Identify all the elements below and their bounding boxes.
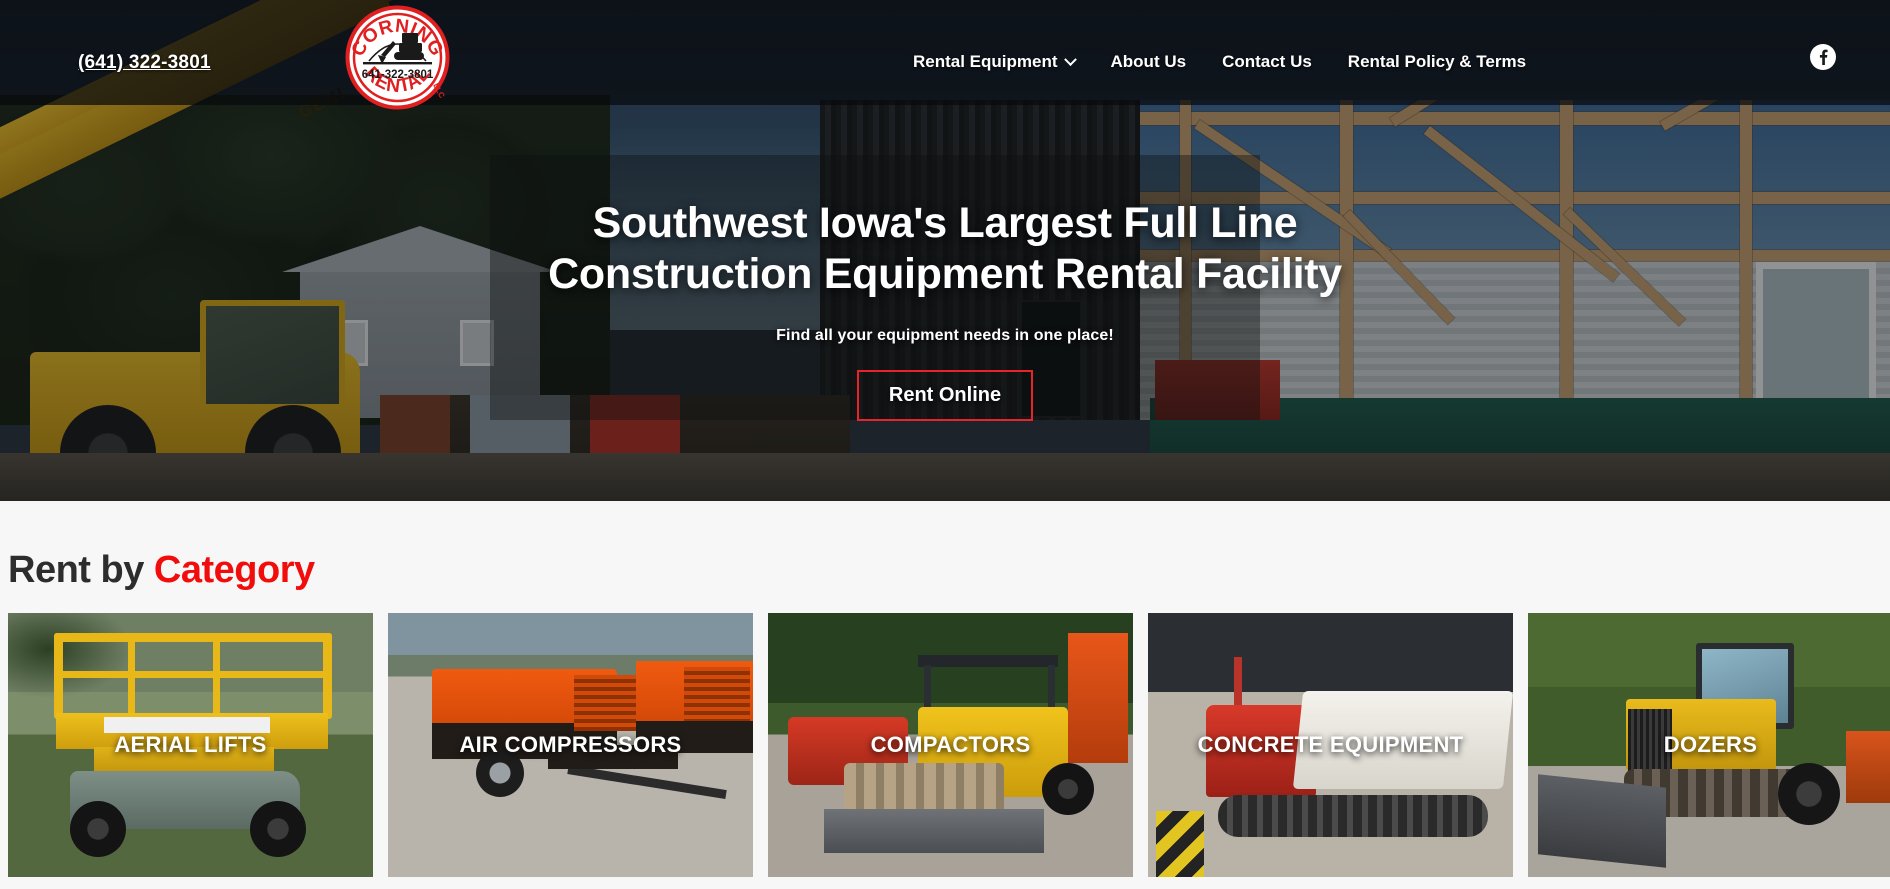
- chevron-down-icon: [1063, 52, 1077, 66]
- heading-plain-text: Rent by: [8, 549, 154, 591]
- category-label-concrete-equipment: CONCRETE EQUIPMENT: [1197, 732, 1464, 757]
- lift-tire: [250, 801, 306, 857]
- heading-accent-text: Category: [153, 549, 315, 591]
- hero-banner: GEHL (641) 322-3801 CORNING: [0, 0, 1890, 501]
- lift-rail: [128, 633, 135, 719]
- trailer-tongue: [567, 765, 727, 799]
- buggy-track: [1218, 795, 1488, 837]
- category-label-aerial-lifts: AERIAL LIFTS: [114, 732, 267, 757]
- site-logo[interactable]: CORNING RENTAL 641-322-3801 LLC: [345, 5, 450, 110]
- category-card-air-compressors[interactable]: AIR COMPRESSORS: [388, 613, 753, 877]
- nav-item-rental-policy-terms[interactable]: Rental Policy & Terms: [1330, 52, 1544, 72]
- hero-title: Southwest Iowa's Largest Full Line Const…: [548, 199, 1342, 298]
- site-header: (641) 322-3801 CORNING RENTAL 641-322-38…: [0, 0, 1890, 110]
- lift-rail: [54, 633, 332, 642]
- nav-item-contact-us[interactable]: Contact Us: [1204, 52, 1330, 72]
- compressor-louvers: [574, 675, 644, 731]
- nav-item-rental-equipment[interactable]: Rental Equipment: [895, 52, 1093, 72]
- nav-item-about-us[interactable]: About Us: [1093, 52, 1205, 72]
- svg-text:641-322-3801: 641-322-3801: [362, 69, 434, 81]
- nav-label-rental-equipment: Rental Equipment: [913, 52, 1058, 71]
- hero-subtitle: Find all your equipment needs in one pla…: [776, 327, 1114, 345]
- category-card-aerial-lifts[interactable]: AERIAL LIFTS: [8, 613, 373, 877]
- category-label-compactors: COMPACTORS: [870, 732, 1031, 757]
- lift-rail: [213, 633, 220, 719]
- category-label-air-compressors: AIR COMPRESSORS: [459, 732, 682, 757]
- category-card-row: AERIAL LIFTS AIR COMPRESSORS COMPACTORS …: [8, 613, 1890, 877]
- roller-blade: [824, 809, 1044, 853]
- category-card-compactors[interactable]: COMPACTORS: [768, 613, 1133, 877]
- background-tire: [1778, 763, 1840, 825]
- category-label-dozers: DOZERS: [1663, 732, 1758, 757]
- lift-tire: [70, 801, 126, 857]
- padfoot-drum: [844, 763, 1004, 815]
- roller-canopy: [918, 655, 1058, 667]
- phone-link[interactable]: (641) 322-3801: [78, 52, 211, 74]
- dozer-blade: [1538, 774, 1666, 868]
- main-navigation: Rental Equipment About Us Contact Us Ren…: [895, 52, 1544, 72]
- category-card-dozers[interactable]: DOZERS: [1528, 613, 1890, 877]
- safety-bollard: [1156, 811, 1204, 877]
- lift-rail: [54, 671, 332, 678]
- compressor-louvers: [684, 667, 750, 725]
- rent-online-button[interactable]: Rent Online: [856, 370, 1034, 422]
- category-card-concrete-equipment[interactable]: CONCRETE EQUIPMENT: [1148, 613, 1513, 877]
- lift-decal: [104, 717, 270, 733]
- facebook-icon[interactable]: [1810, 44, 1836, 70]
- category-section-heading: Rent by Category: [8, 549, 1890, 592]
- rent-by-category-section: Rent by Category AERIAL LIFTS AIR COMPRE…: [0, 501, 1890, 889]
- roller-tire: [1042, 763, 1094, 815]
